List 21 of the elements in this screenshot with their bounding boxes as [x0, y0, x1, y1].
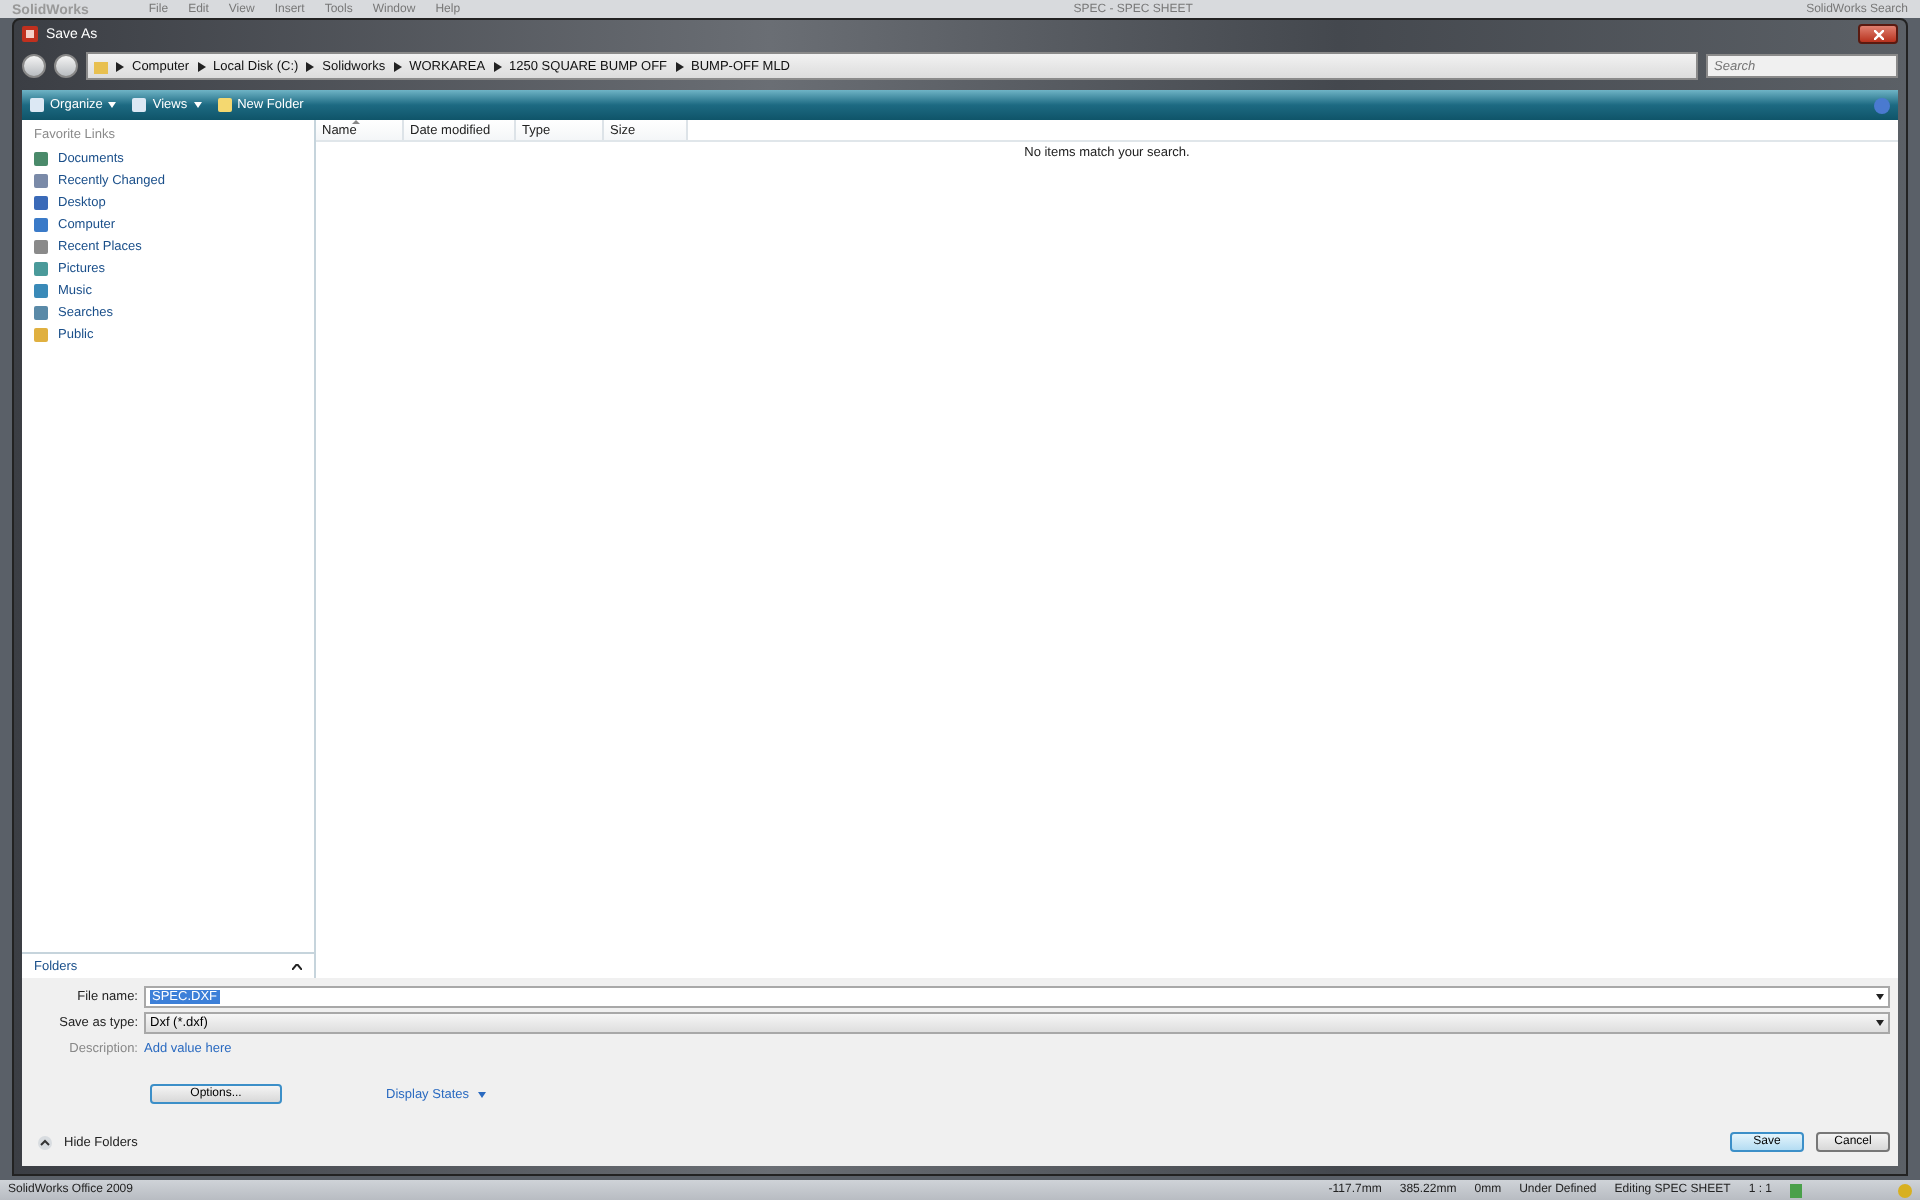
toolbar-icon	[132, 98, 147, 112]
caret-icon	[193, 102, 202, 108]
caret-icon	[1876, 994, 1884, 1000]
chevron-icon[interactable]	[306, 61, 315, 71]
chevron-icon[interactable]	[393, 61, 402, 71]
chevron-icon[interactable]	[675, 61, 684, 71]
caret-icon	[108, 102, 117, 108]
close-button[interactable]	[1858, 24, 1898, 44]
back-button[interactable]	[22, 54, 46, 78]
rebuild-icon	[1898, 1183, 1912, 1197]
forward-button[interactable]	[54, 54, 78, 78]
chevron-icon[interactable]	[493, 61, 502, 71]
caret-icon[interactable]	[477, 1091, 486, 1097]
caret-icon	[1876, 1020, 1884, 1026]
chevron-icon[interactable]	[197, 61, 206, 71]
close-icon	[1873, 29, 1883, 39]
chevron-icon	[292, 963, 302, 969]
toolbar-icon	[30, 98, 44, 112]
app-icon	[22, 26, 38, 42]
collapse-icon[interactable]	[38, 1135, 52, 1149]
chevron-icon[interactable]	[116, 61, 124, 71]
